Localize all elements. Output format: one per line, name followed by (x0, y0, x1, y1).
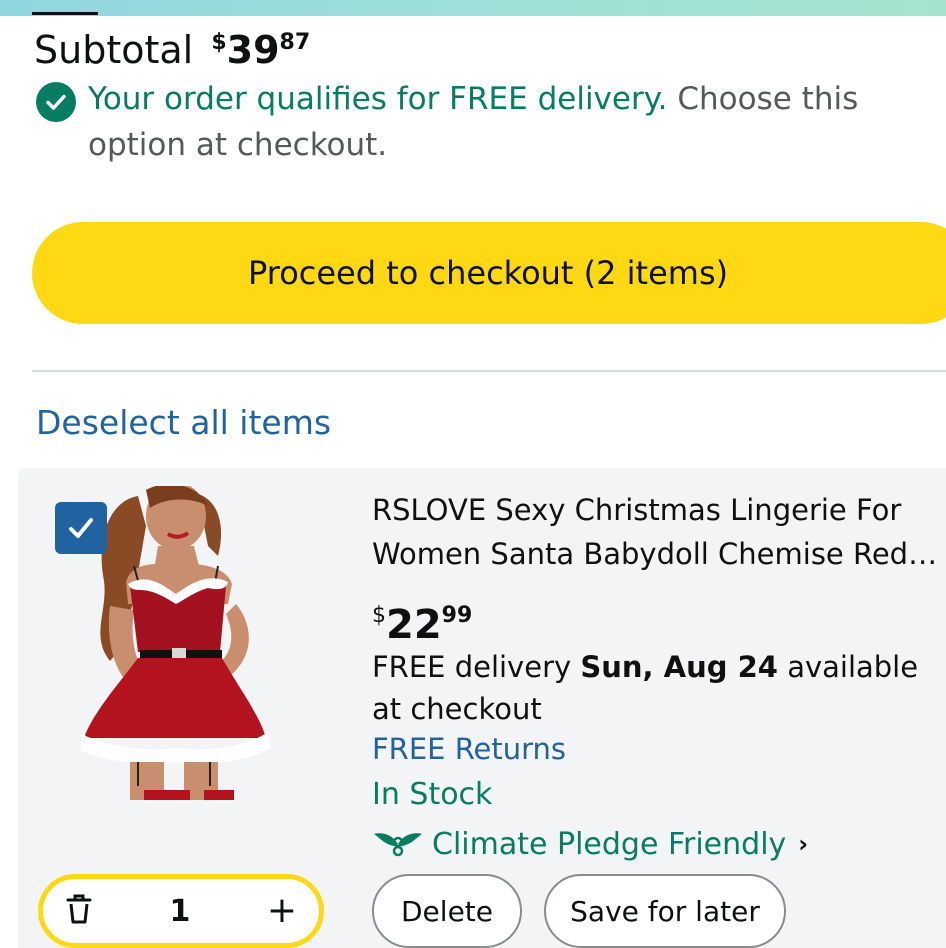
scroll-indicator (32, 12, 98, 15)
delivery-info: FREE delivery Sun, Aug 24 available at c… (372, 646, 946, 730)
subtotal-label: Subtotal (34, 28, 194, 72)
subtotal-price: $3987 (211, 18, 310, 75)
quantity-value: 1 (169, 893, 191, 929)
chevron-right-icon: › (798, 830, 809, 858)
delivery-date: Sun, Aug 24 (580, 650, 778, 684)
delete-button[interactable]: Delete (372, 874, 522, 948)
section-divider (32, 370, 946, 372)
trash-icon[interactable] (65, 894, 93, 928)
deselect-all-link[interactable]: Deselect all items (36, 402, 331, 444)
product-title[interactable]: RSLOVE Sexy Christmas Lingerie For Women… (372, 488, 946, 576)
save-for-later-button[interactable]: Save for later (544, 874, 786, 948)
checkbox-checked-icon (69, 518, 93, 538)
item-select-checkbox[interactable] (55, 502, 107, 554)
subtotal: Subtotal $3987 (34, 18, 310, 75)
subtotal-fraction: 87 (279, 30, 311, 55)
climate-pledge-icon (374, 833, 422, 857)
proceed-to-checkout-button[interactable]: Proceed to checkout (2 items) (32, 222, 946, 324)
product-title-line2: Women Santa Babydoll Chemise Red… (372, 537, 938, 571)
climate-pledge-link[interactable]: Climate Pledge Friendly › (372, 822, 808, 866)
free-returns-link[interactable]: FREE Returns (372, 728, 566, 770)
climate-pledge-label: Climate Pledge Friendly (432, 826, 787, 862)
delivery-prefix: FREE delivery (372, 650, 572, 684)
product-price-whole: 22 (386, 602, 442, 648)
check-circle-icon (36, 82, 76, 122)
free-delivery-qualify: Your order qualifies for FREE delivery. (88, 81, 668, 117)
quantity-stepper[interactable]: 1 + (38, 874, 324, 948)
subtotal-whole: 39 (226, 28, 280, 72)
product-price-currency: $ (372, 603, 386, 628)
free-delivery-message: Your order qualifies for FREE delivery. … (88, 76, 908, 168)
plus-icon[interactable]: + (267, 893, 297, 929)
product-title-line1: RSLOVE Sexy Christmas Lingerie For (372, 493, 902, 527)
stock-status: In Stock (372, 777, 493, 812)
top-status-strip (0, 0, 946, 16)
product-price-fraction: 99 (441, 603, 473, 628)
subtotal-currency: $ (211, 30, 227, 55)
